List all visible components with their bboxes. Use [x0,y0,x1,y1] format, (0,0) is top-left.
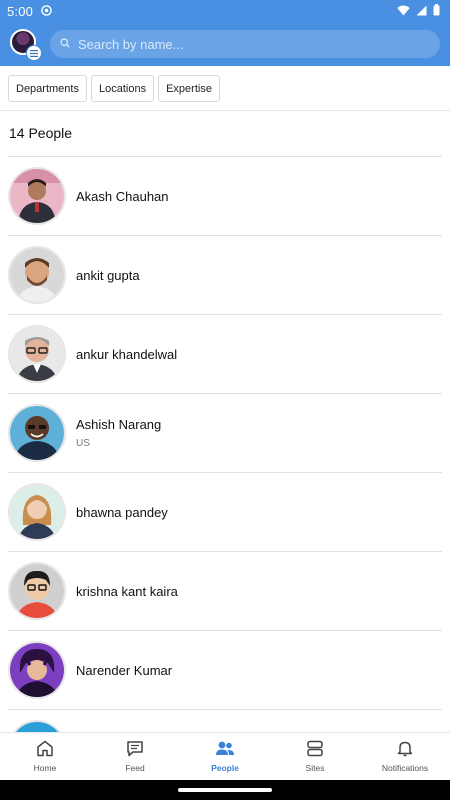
avatar [8,167,66,225]
status-time: 5:00 [7,3,34,19]
signal-icon [416,4,427,19]
app-notification-icon [41,4,52,19]
profile-menu-button[interactable] [10,29,42,61]
list-item[interactable]: Akash Chauhan [8,156,442,235]
nav-sites[interactable]: Sites [270,733,360,780]
person-name: ankit gupta [76,267,140,283]
person-name: Akash Chauhan [76,188,169,204]
list-item[interactable]: ankit gupta [8,235,442,314]
avatar [8,483,66,541]
home-gesture-bar[interactable] [178,788,272,792]
bell-icon [396,740,414,759]
nav-home[interactable]: Home [0,733,90,780]
search-input[interactable] [78,36,430,52]
person-name: Ashish Narang [76,417,162,432]
nav-people-label: People [211,763,239,773]
avatar [8,325,66,383]
filter-bar: Departments Locations Expertise [8,75,220,102]
nav-people[interactable]: People [180,733,270,780]
nav-notifications-label: Notifications [381,763,429,773]
chat-icon [126,740,144,759]
avatar [8,562,66,620]
battery-icon [433,3,440,19]
filter-expertise[interactable]: Expertise [158,75,220,102]
bottom-nav: Home Feed People Sites Notifications [0,732,450,780]
avatar [8,404,66,462]
list-item[interactable]: bhawna pandey [8,472,442,551]
people-icon [215,740,235,759]
nav-feed[interactable]: Feed [90,733,180,780]
home-icon [36,740,54,759]
filter-departments[interactable]: Departments [8,75,87,102]
sites-icon [306,740,324,759]
list-item[interactable]: Ashish Narang US [8,393,442,472]
people-count: 14 People [9,125,73,141]
person-name: bhawna pandey [76,504,168,520]
avatar [8,641,66,699]
list-item[interactable] [8,709,442,734]
status-bar: 5:00 [0,0,450,22]
search-bar[interactable] [50,30,440,58]
filter-locations[interactable]: Locations [90,75,155,102]
list-item[interactable]: Narender Kumar [8,630,442,709]
person-name: ankur khandelwal [76,346,178,362]
nav-notifications[interactable]: Notifications [360,733,450,780]
nav-home-label: Home [33,763,57,773]
person-name: Narender Kumar [76,662,173,678]
nav-sites-label: Sites [305,763,325,773]
person-location: US [76,438,90,449]
wifi-icon [397,4,410,19]
system-nav-bar [0,780,450,800]
people-list: Akash Chauhan ankit gupta ankur khandelw… [8,156,442,734]
list-item[interactable]: ankur khandelwal [8,314,442,393]
nav-feed-label: Feed [125,763,145,773]
menu-icon [26,45,42,61]
avatar [8,246,66,304]
app-header: 5:00 [0,0,450,66]
search-icon [60,35,70,53]
list-item[interactable]: krishna kant kaira [8,551,442,630]
divider [0,110,450,111]
person-name: krishna kant kaira [76,583,178,599]
